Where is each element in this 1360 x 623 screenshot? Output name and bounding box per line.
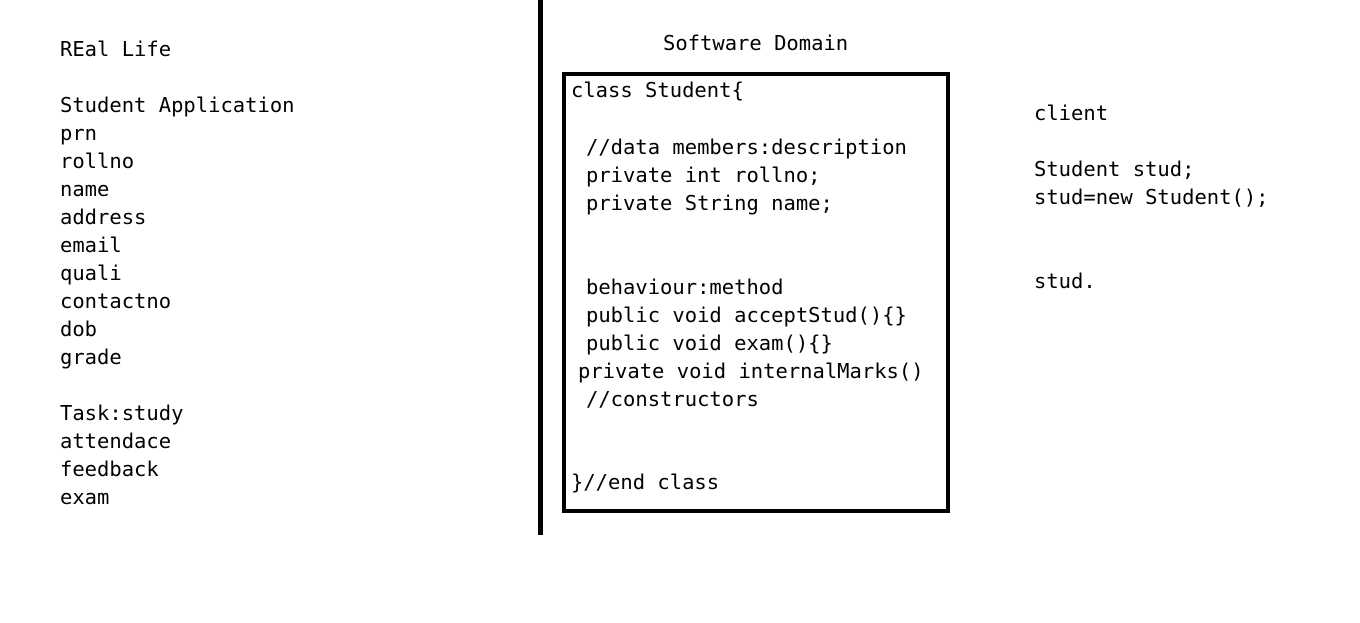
task-item: feedback: [60, 457, 159, 481]
attribute-item: rollno: [60, 149, 135, 173]
code-line: class Student{: [571, 78, 744, 102]
client-code-line: Student stud;: [1034, 157, 1195, 181]
attribute-item: address: [60, 205, 147, 229]
task-item: attendace: [60, 429, 172, 453]
client-heading: client: [1034, 101, 1109, 125]
code-line: public void exam(){}: [586, 331, 833, 355]
attribute-item: email: [60, 233, 122, 257]
code-line: private String name;: [586, 191, 833, 215]
code-line: public void acceptStud(){}: [586, 303, 907, 327]
attribute-item: dob: [60, 317, 98, 341]
attribute-item: contactno: [60, 289, 172, 313]
task-item: exam: [60, 485, 110, 509]
code-line: behaviour:method: [586, 275, 784, 299]
real-life-heading: REal Life: [60, 37, 172, 61]
task-item: Task:study: [60, 401, 184, 425]
vertical-divider: [538, 0, 543, 535]
attribute-item: name: [60, 177, 110, 201]
attribute-item: quali: [60, 261, 122, 285]
software-domain-heading: Software Domain: [663, 31, 849, 55]
attribute-item: grade: [60, 345, 122, 369]
student-application-title: Student Application: [60, 93, 295, 117]
client-code-line: stud=new Student();: [1034, 185, 1269, 209]
code-line: private void internalMarks(): [578, 359, 924, 383]
client-code-line: stud.: [1034, 269, 1096, 293]
attribute-item: prn: [60, 121, 98, 145]
code-line: //constructors: [586, 387, 759, 411]
code-line: private int rollno;: [586, 163, 821, 187]
code-line: //data members:description: [586, 135, 907, 159]
code-line: }//end class: [571, 470, 720, 494]
